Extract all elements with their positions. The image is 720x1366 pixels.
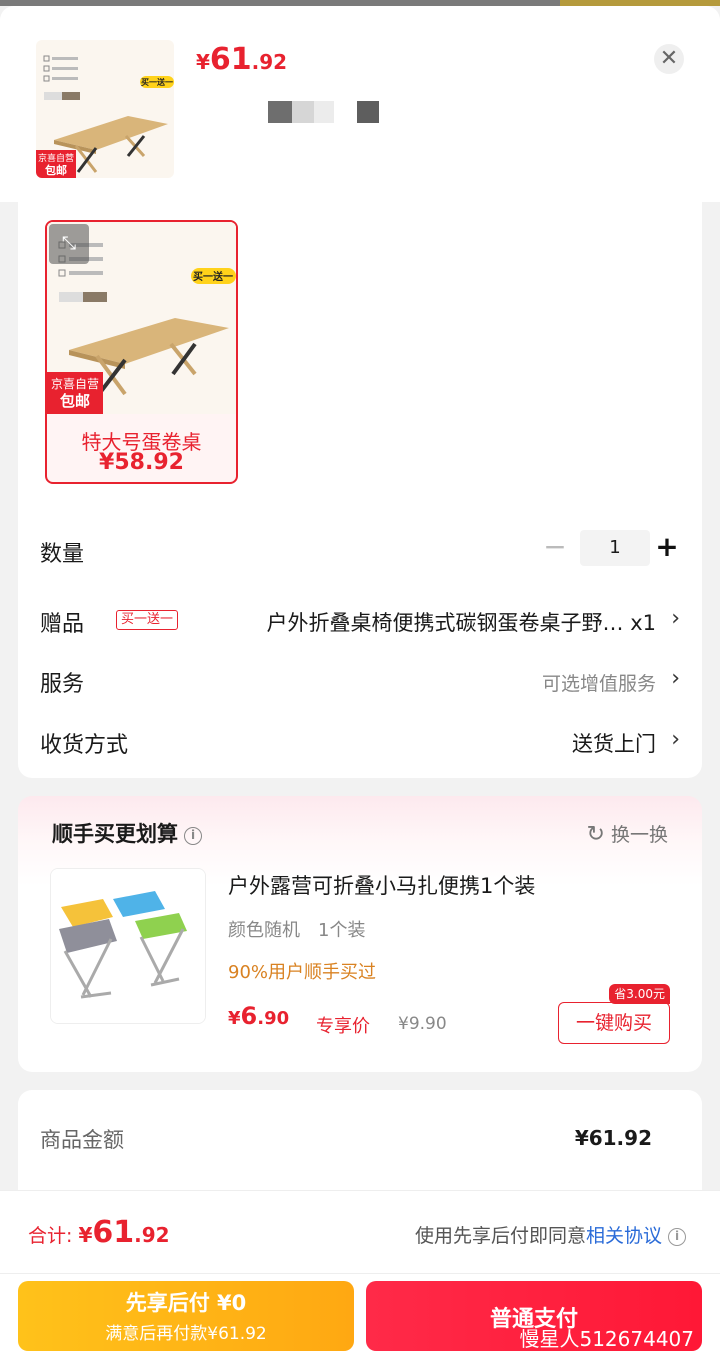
goods-amount-value: ¥61.92	[574, 1126, 652, 1150]
service-label: 服务	[40, 672, 85, 697]
refresh-icon: ↻	[586, 822, 605, 847]
minus-icon[interactable]: −	[540, 532, 570, 564]
gift-tag: 买一送一	[116, 610, 179, 630]
chevron-right-icon: ›	[671, 666, 680, 691]
total-price: 合计: ¥61.92	[28, 1215, 170, 1250]
delivery-row[interactable]: 收货方式 送货上门 ›	[40, 721, 680, 761]
quantity-label: 数量	[40, 542, 85, 567]
redacted-block	[357, 101, 379, 123]
gift-value: 户外折叠桌椅便携式碳钢蛋卷桌子野… x1	[266, 611, 656, 635]
divider	[0, 1273, 720, 1274]
recommend-product-spec: 颜色随机 1个装	[228, 920, 366, 941]
recommend-price-integer: 6	[240, 1002, 258, 1030]
amount-card: 商品金额 ¥61.92	[18, 1090, 702, 1200]
exclusive-price-label: 专享价	[316, 1016, 370, 1037]
info-icon[interactable]: i	[668, 1228, 686, 1246]
service-value: 可选增值服务	[541, 673, 656, 695]
quantity-input[interactable]: 1	[580, 530, 650, 566]
folding-stool-image	[51, 869, 205, 1023]
total-decimal: .92	[134, 1223, 170, 1247]
save-badge: 省3.00元	[609, 984, 670, 1004]
total-integer: 61	[92, 1215, 135, 1250]
quantity-row: 数量 − 1 +	[40, 530, 680, 570]
variant-badge-line2: 包邮	[60, 392, 90, 410]
folding-table-image: 买一送一 京喜自营 包邮	[36, 40, 174, 178]
delivery-value: 送货上门	[572, 732, 656, 756]
stool-product-image[interactable]	[50, 868, 206, 1024]
swap-label: 换一换	[610, 824, 668, 846]
thumb-badge-line1: 京喜自营	[38, 152, 74, 164]
quantity-stepper: − 1 +	[540, 530, 680, 566]
recommend-price-currency: ¥	[228, 1008, 241, 1029]
goods-amount-label: 商品金额	[40, 1128, 124, 1152]
agreement-text: 使用先享后付即同意相关协议 i	[415, 1221, 686, 1248]
purchase-sheet: 买一送一 京喜自营 包邮 ¥61.92 ✕ 买一送一 京喜自营 包邮 ⤡ 特大号…	[0, 6, 720, 1366]
agreement-prefix: 使用先享后付即同意	[414, 1225, 586, 1247]
header-price-integer: 61	[209, 42, 252, 77]
thumb-badge-line2: 包邮	[44, 163, 67, 177]
redacted-block	[268, 101, 292, 123]
agreement-link[interactable]: 相关协议	[586, 1225, 662, 1247]
expand-icon[interactable]: ⤡	[49, 224, 89, 264]
thumb-promo-tag: 买一送一	[141, 77, 173, 87]
variant-price: ¥58.92	[99, 450, 184, 475]
header-price: ¥61.92	[196, 42, 287, 77]
redacted-block	[314, 101, 334, 123]
checkout-footer: 合计: ¥61.92 使用先享后付即同意相关协议 i 先享后付 ¥0 满意后再付款…	[0, 1190, 720, 1366]
plus-icon[interactable]: +	[654, 530, 680, 566]
pay-later-button[interactable]: 先享后付 ¥0 满意后再付款¥61.92	[18, 1281, 354, 1351]
recommend-card: 顺手买更划算 i ↻ 换一换 户外露营可折叠小马扎便携1个装 颜色随机 1个装 90…	[18, 796, 702, 1072]
variant-promo-tag: 买一送一	[193, 270, 233, 283]
watermark-text: 慢星人512674407	[519, 1327, 694, 1351]
pay-later-label: 先享后付 ¥0	[125, 1291, 247, 1315]
options-card: 买一送一 京喜自营 包邮 ⤡ 特大号蛋卷桌 ¥58.92 数量 − 1 + 赠品…	[18, 202, 702, 778]
header-price-decimal: .92	[251, 50, 288, 74]
recommend-product-name[interactable]: 户外露营可折叠小马扎便携1个装	[228, 870, 535, 900]
header-price-currency: ¥	[196, 50, 210, 74]
chevron-right-icon: ›	[671, 606, 680, 631]
total-label: 合计:	[28, 1225, 79, 1247]
pay-later-sublabel: 满意后再付款¥61.92	[105, 1324, 267, 1344]
one-click-buy-button[interactable]: 一键购买	[558, 1002, 670, 1044]
swap-button[interactable]: ↻ 换一换	[587, 820, 668, 847]
gift-row[interactable]: 赠品 买一送一 户外折叠桌椅便携式碳钢蛋卷桌子野… x1 ›	[40, 600, 680, 640]
expand-glyph: ⤡	[61, 233, 77, 254]
close-button[interactable]: ✕	[654, 44, 684, 74]
variant-option-selected[interactable]: 买一送一 京喜自营 包邮 ⤡ 特大号蛋卷桌 ¥58.92	[45, 220, 238, 484]
info-icon[interactable]: i	[184, 827, 202, 845]
recommend-price-decimal: .90	[257, 1008, 290, 1029]
original-price: ¥9.90	[398, 1014, 447, 1034]
sheet-header: 买一送一 京喜自营 包邮 ¥61.92 ✕	[0, 6, 720, 202]
recommend-product-stat: 90%用户顺手买过	[228, 962, 377, 983]
redacted-block	[292, 101, 314, 123]
total-currency: ¥	[78, 1223, 93, 1247]
gift-label: 赠品	[40, 612, 85, 637]
close-icon: ✕	[659, 46, 679, 71]
chevron-right-icon: ›	[671, 727, 680, 752]
normal-pay-button[interactable]: 普通支付 慢星人512674407	[366, 1281, 702, 1351]
product-thumbnail[interactable]: 买一送一 京喜自营 包邮	[36, 40, 174, 178]
recommend-title: 顺手买更划算 i	[52, 818, 202, 848]
delivery-label: 收货方式	[40, 733, 129, 758]
service-row[interactable]: 服务 可选增值服务 ›	[40, 660, 680, 700]
variant-badge-line1: 京喜自营	[51, 377, 99, 391]
recommend-title-text: 顺手买更划算	[52, 822, 178, 846]
recommend-price: ¥6.90	[228, 1002, 289, 1030]
